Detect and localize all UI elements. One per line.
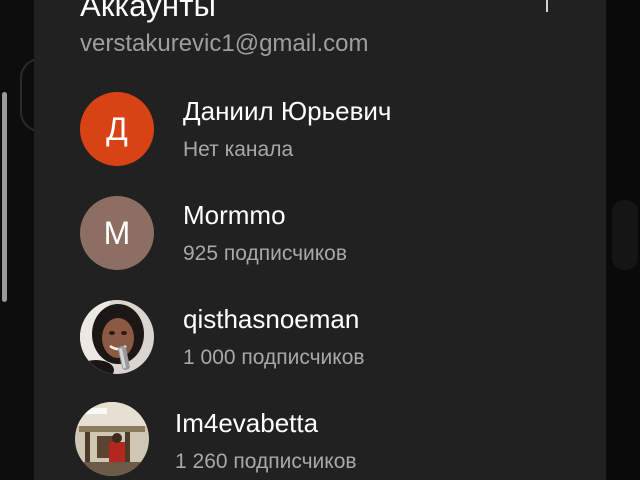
account-list: Д Даниил Юрьевич Нет канала M Mormmo 925…	[34, 88, 606, 480]
account-name: Im4evabetta	[175, 408, 319, 438]
account-subtitle: 1 260 подписчиков	[175, 450, 357, 473]
account-subtitle: 925 подписчиков	[183, 242, 348, 265]
more-vert-icon[interactable]	[539, 0, 555, 18]
avatar-letter: M	[103, 214, 131, 251]
avatar-letter: Д	[106, 110, 128, 147]
sheet-title: Аккаунты	[80, 0, 217, 23]
avatar: M	[80, 196, 154, 270]
background-shape	[612, 200, 638, 270]
background-app-right	[606, 0, 640, 480]
account-subtitle: Нет канала	[183, 138, 294, 161]
accounts-sheet: Аккаунты verstakurevic1@gmail.com Д Дани…	[34, 0, 606, 480]
account-item[interactable]: M Mormmo 925 подписчиков	[34, 192, 606, 296]
current-account-email: verstakurevic1@gmail.com	[80, 30, 369, 57]
account-name: Mormmo	[183, 200, 286, 230]
screen: Аккаунты verstakurevic1@gmail.com Д Дани…	[0, 0, 640, 480]
avatar-scene-image	[75, 402, 149, 476]
account-name: qisthasnoeman	[183, 304, 360, 334]
background-app-left	[0, 0, 64, 480]
account-item[interactable]: qisthasnoeman 1 000 подписчиков	[34, 296, 606, 400]
avatar-portrait-image	[80, 300, 154, 374]
avatar-photo	[75, 402, 149, 476]
background-scrollbar	[2, 92, 7, 302]
account-name: Даниил Юрьевич	[183, 96, 392, 126]
sheet-header: Аккаунты	[80, 0, 216, 26]
account-item[interactable]: Im4evabetta 1 260 подписчиков	[34, 400, 606, 480]
avatar-photo	[80, 300, 154, 374]
account-item[interactable]: Д Даниил Юрьевич Нет канала	[34, 88, 606, 192]
account-subtitle: 1 000 подписчиков	[183, 346, 365, 369]
avatar: Д	[80, 92, 154, 166]
